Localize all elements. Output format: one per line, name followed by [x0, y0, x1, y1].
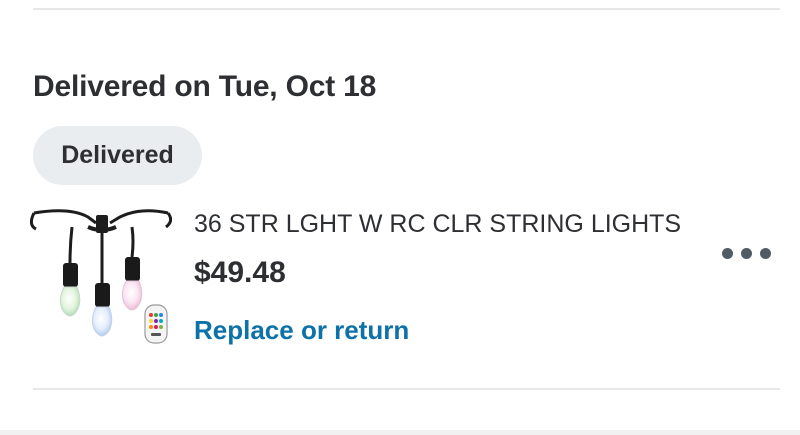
more-options-button[interactable] [714, 238, 778, 268]
bottom-divider [33, 388, 780, 390]
more-options-icon [721, 247, 733, 259]
delivery-heading: Delivered on Tue, Oct 18 [33, 70, 377, 103]
more-options-icon [740, 247, 752, 259]
more-options-icon [759, 247, 771, 259]
product-title[interactable]: 36 STR LGHT W RC CLR STRING LIGHTS [194, 210, 681, 239]
product-price: $49.48 [194, 256, 286, 289]
replace-or-return-link[interactable]: Replace or return [194, 315, 409, 346]
product-image[interactable] [29, 205, 173, 347]
status-badge: Delivered [33, 126, 202, 185]
string-lights-icon [29, 209, 173, 344]
section-separator [0, 430, 800, 435]
top-divider [33, 8, 780, 10]
